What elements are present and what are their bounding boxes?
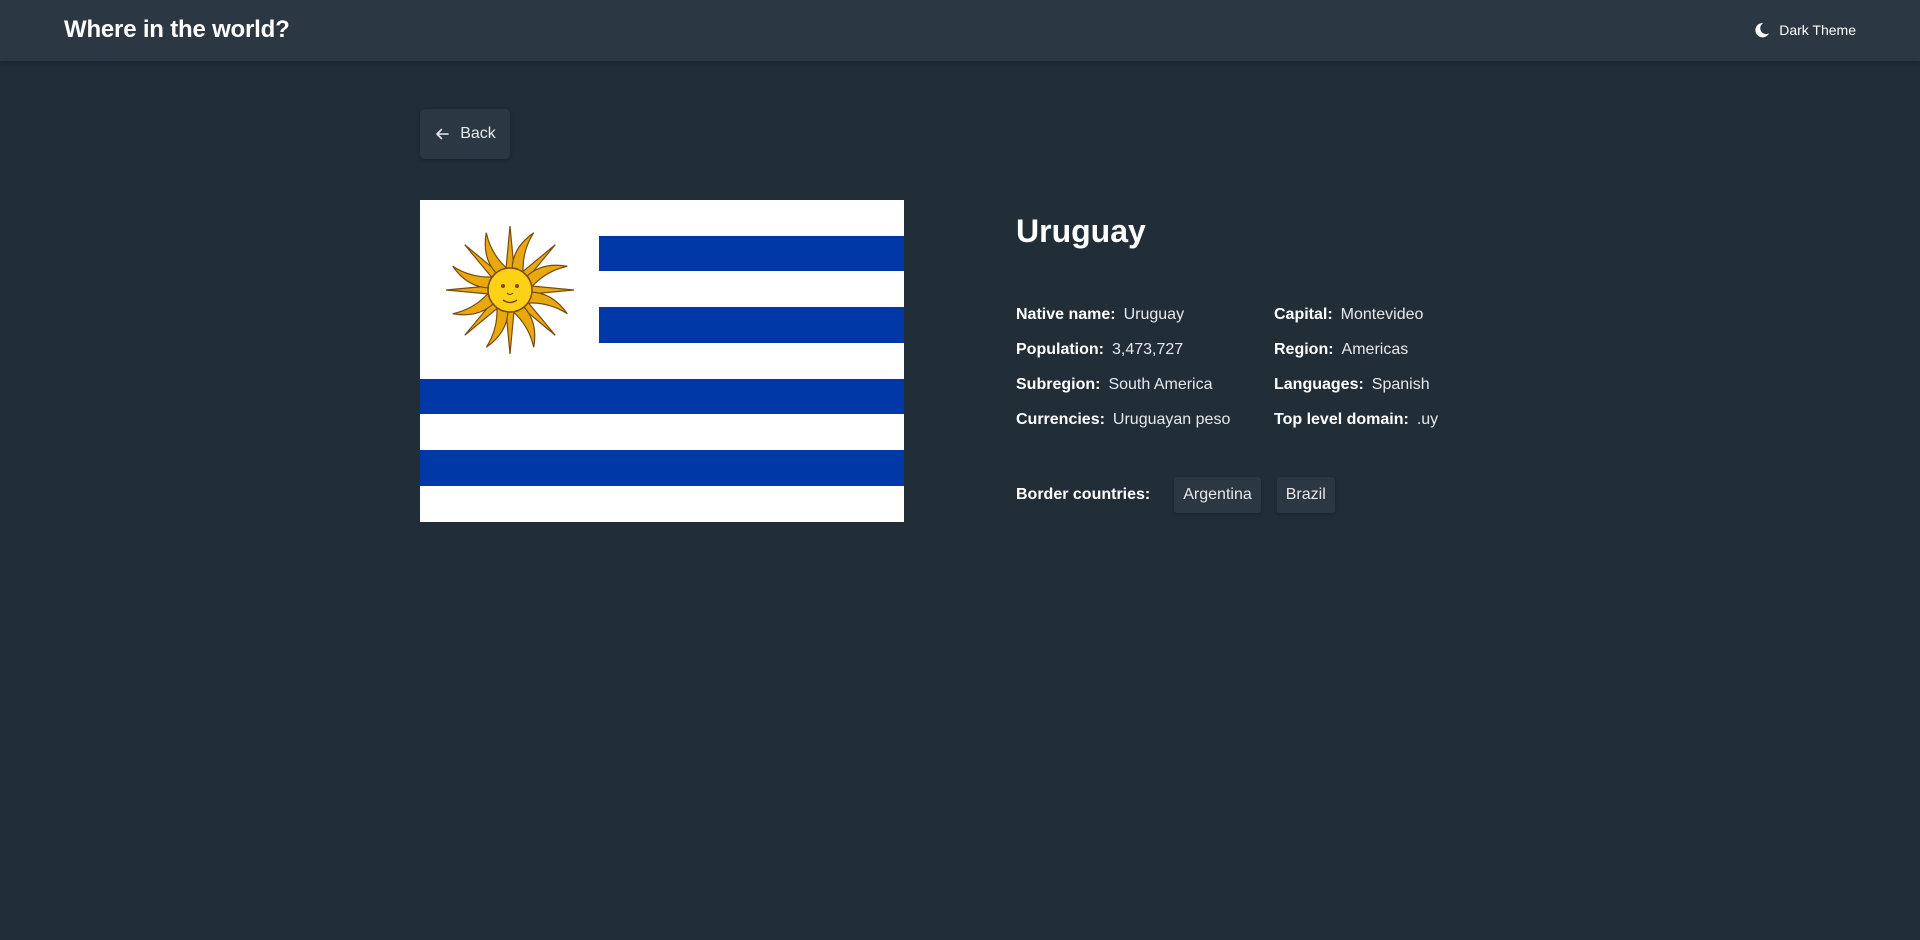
border-country-argentina[interactable]: Argentina (1174, 477, 1261, 513)
border-countries-label: Border countries: (1016, 486, 1151, 503)
back-button-label: Back (460, 125, 496, 142)
detail-native-name: Native name: Uruguay (1016, 306, 1185, 323)
theme-toggle-button[interactable]: Dark Theme (1753, 21, 1856, 39)
detail-population: Population: 3,473,727 (1016, 341, 1184, 358)
arrow-left-icon (434, 126, 450, 142)
detail-top-level-domain: Top level domain: .uy (1274, 411, 1439, 428)
back-button[interactable]: Back (420, 109, 510, 159)
detail-region: Region: Americas (1274, 341, 1409, 358)
theme-toggle-label: Dark Theme (1779, 22, 1856, 38)
details-column-left: Native name: Uruguay Population: 3,473,727… (1016, 297, 1230, 437)
border-country-brazil[interactable]: Brazil (1276, 477, 1335, 513)
detail-languages: Languages: Spanish (1274, 376, 1430, 393)
app-header: Where in the world? Dark Theme (0, 0, 1920, 61)
app-title: Where in the world? (64, 16, 290, 43)
detail-subregion: Subregion: South America (1016, 376, 1213, 393)
country-name: Uruguay (1016, 213, 1146, 249)
sun-of-may-emblem (445, 225, 575, 355)
moon-icon (1753, 21, 1771, 39)
country-flag (420, 200, 904, 522)
detail-capital: Capital: Montevideo (1274, 306, 1424, 323)
details-column-right: Capital: Montevideo Region: Americas Langu… (1274, 297, 1438, 437)
detail-currencies: Currencies: Uruguayan peso (1016, 411, 1231, 428)
border-countries: Border countries: Argentina Brazil (1016, 477, 1351, 513)
